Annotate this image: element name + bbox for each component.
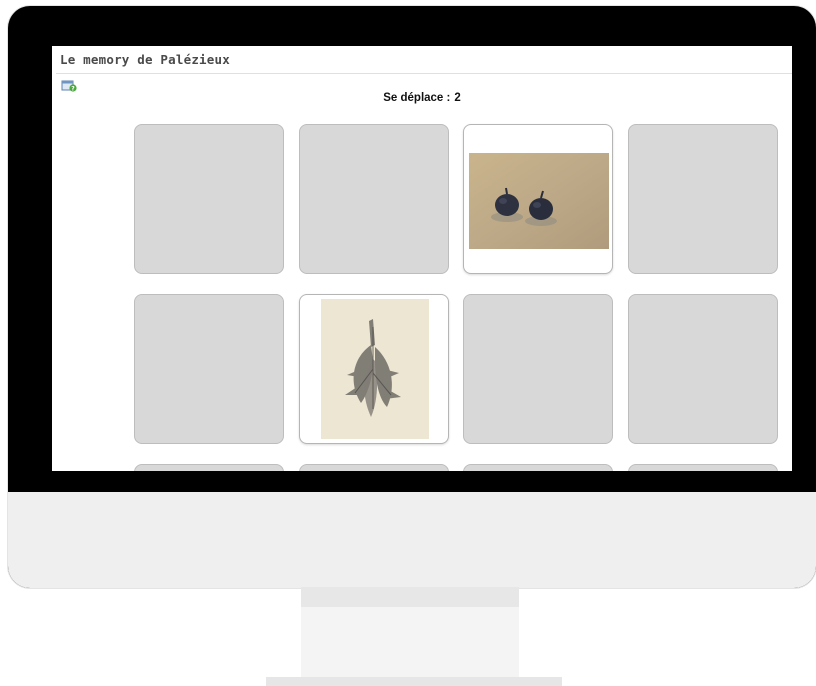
monitor-stand-neck bbox=[301, 587, 519, 679]
card-face-up[interactable] bbox=[463, 124, 613, 274]
help-icon[interactable]: ? bbox=[61, 79, 77, 93]
two-figs-painting bbox=[469, 153, 609, 249]
game-screen: Le memory de Palézieux ? Se déplace :2 bbox=[52, 46, 792, 471]
move-counter: Se déplace :2 bbox=[52, 92, 792, 104]
card-face-down[interactable] bbox=[628, 464, 778, 471]
card-face-down[interactable] bbox=[463, 464, 613, 471]
card-face-down[interactable] bbox=[463, 294, 613, 444]
card-face-down[interactable] bbox=[134, 464, 284, 471]
card-face-down[interactable] bbox=[299, 124, 449, 274]
move-counter-value: 2 bbox=[454, 92, 461, 104]
card-face-down[interactable] bbox=[628, 124, 778, 274]
app-title: Le memory de Palézieux bbox=[60, 52, 230, 67]
card-face-up[interactable] bbox=[299, 294, 449, 444]
monitor-chin bbox=[8, 492, 816, 588]
card-face-down[interactable] bbox=[134, 124, 284, 274]
monitor-frame: Le memory de Palézieux ? Se déplace :2 bbox=[8, 6, 816, 588]
card-face-down[interactable] bbox=[134, 294, 284, 444]
title-divider bbox=[56, 73, 792, 74]
card-face-down[interactable] bbox=[299, 464, 449, 471]
card-face-down[interactable] bbox=[628, 294, 778, 444]
monitor-stand-base bbox=[266, 677, 562, 686]
move-counter-label: Se déplace : bbox=[383, 92, 451, 104]
branch-drawing bbox=[321, 299, 429, 439]
